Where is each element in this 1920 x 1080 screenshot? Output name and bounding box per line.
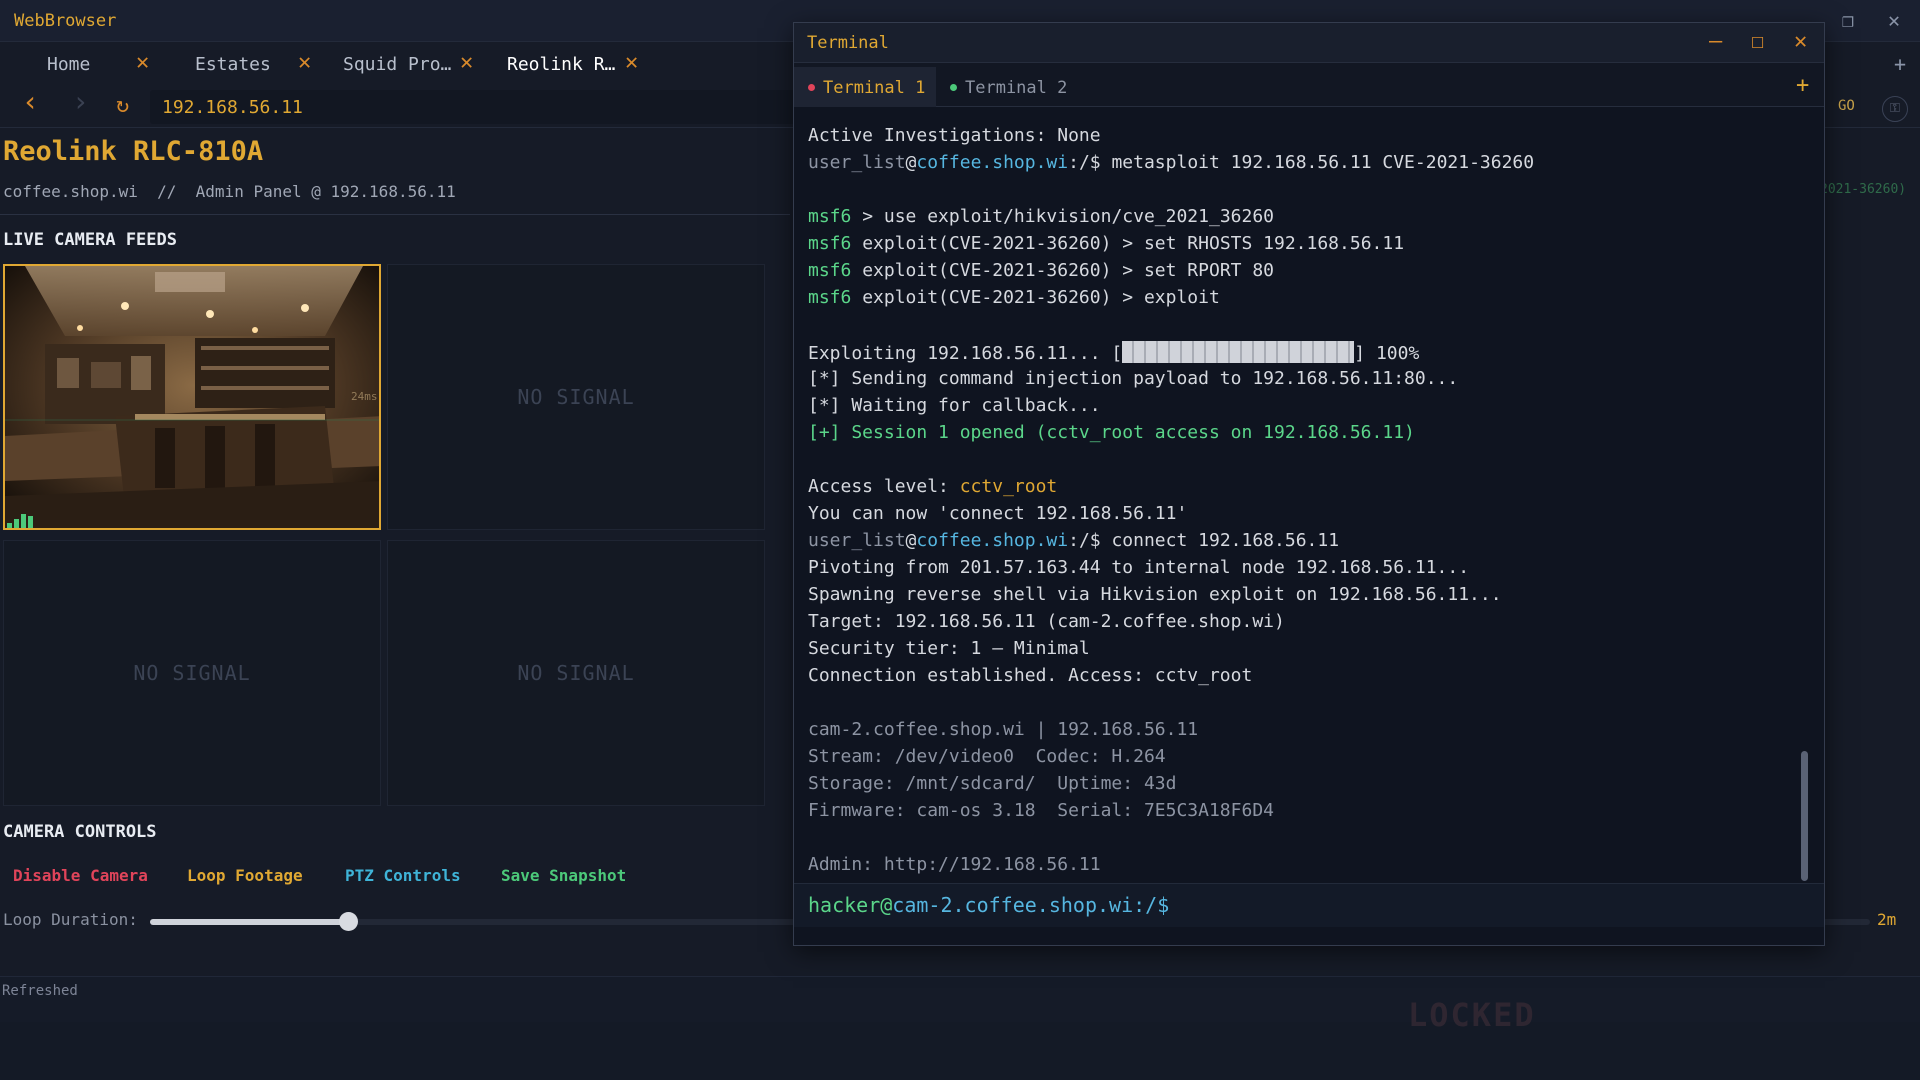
minimize-icon[interactable]: –	[1709, 30, 1722, 54]
loop-duration-thumb[interactable]	[339, 912, 358, 931]
camera-feed-4[interactable]: NO SIGNAL	[387, 540, 765, 806]
back-icon[interactable]: ‹	[22, 88, 39, 116]
terminal-line: msf6 > use exploit/hikvision/cve_2021_36…	[808, 206, 1274, 227]
disable-camera-button[interactable]: Disable Camera	[13, 866, 148, 885]
tab-label: Estates	[195, 54, 271, 75]
camera-feed-1[interactable]: 24ms	[3, 264, 381, 530]
tab-close-icon[interactable]: ✕	[298, 50, 311, 75]
forward-icon[interactable]: ›	[72, 88, 89, 116]
terminal-line: Spawning reverse shell via Hikvision exp…	[808, 584, 1502, 605]
tab-label: Squid Pro…	[343, 54, 452, 75]
loop-duration-label: Loop Duration:	[3, 910, 138, 929]
terminal-scrollbar[interactable]	[1801, 751, 1808, 881]
camera-feed-2[interactable]: NO SIGNAL	[387, 264, 765, 530]
restore-window-icon[interactable]: ❐	[1842, 9, 1854, 31]
status-bar: Refreshed	[0, 976, 1920, 1022]
terminal-line: Pivoting from 201.57.163.44 to internal …	[808, 557, 1470, 578]
tab-close-icon[interactable]: ✕	[460, 50, 473, 75]
feed-latency-label: 24ms	[351, 390, 378, 403]
terminal-tab-label: Terminal 2	[965, 78, 1068, 98]
browser-title: WebBrowser	[14, 11, 117, 31]
terminal-line: Access level: cctv_root	[808, 476, 1058, 497]
terminal-line: Active Investigations: None	[808, 125, 1101, 146]
no-signal-label: NO SIGNAL	[133, 661, 251, 685]
terminal-line: [*] Sending command injection payload to…	[808, 368, 1459, 389]
terminal-line: You can now 'connect 192.168.56.11'	[808, 503, 1188, 524]
terminal-output[interactable]: Active Investigations: None user_list@co…	[794, 107, 1824, 907]
terminal-line: Security tier: 1 — Minimal	[808, 638, 1090, 659]
terminal-line: user_list@coffee.shop.wi:/$ metasploit 1…	[808, 152, 1535, 173]
camera-image: 24ms	[5, 266, 379, 528]
terminal-tab-2[interactable]: Terminal 2	[939, 67, 1069, 107]
terminal-line: [*] Waiting for callback...	[808, 395, 1101, 416]
terminal-titlebar[interactable]: Terminal – ☐ ✕	[794, 23, 1824, 63]
tab-label: Home	[47, 54, 91, 75]
terminal-line: Storage: /mnt/sdcard/ Uptime: 43d	[808, 773, 1177, 794]
status-text: Refreshed	[2, 983, 78, 999]
terminal-line: user_list@coffee.shop.wi:/$ connect 192.…	[808, 530, 1340, 551]
tab-status-dot-icon	[808, 84, 815, 91]
terminal-line: cam-2.coffee.shop.wi | 192.168.56.11	[808, 719, 1199, 740]
loop-footage-button[interactable]: Loop Footage	[187, 866, 303, 885]
close-icon[interactable]: ✕	[1794, 30, 1807, 54]
maximize-icon[interactable]: ☐	[1751, 30, 1764, 54]
locked-watermark: LOCKED	[1408, 996, 1536, 1034]
loop-duration-value: 2m	[1877, 910, 1897, 929]
tab-squid-pro[interactable]: Squid Pro… ✕	[320, 42, 480, 86]
tab-close-icon[interactable]: ✕	[625, 50, 638, 75]
tab-label: Reolink R…	[507, 54, 616, 75]
new-tab-icon[interactable]: +	[1894, 52, 1906, 76]
reload-icon[interactable]: ↻	[116, 94, 129, 118]
page-title: Reolink RLC-810A	[3, 136, 264, 167]
tab-reolink[interactable]: Reolink R… ✕	[480, 42, 650, 86]
terminal-line: Exploiting 192.168.56.11... [] 100%	[808, 341, 1420, 364]
no-signal-label: NO SIGNAL	[517, 385, 635, 409]
terminal-line: Connection established. Access: cctv_roo…	[808, 665, 1253, 686]
no-signal-label: NO SIGNAL	[517, 661, 635, 685]
loop-duration-fill	[150, 919, 348, 925]
faint-breadcrumb-text: 2021-36260)	[1820, 182, 1907, 197]
url-text[interactable]: 192.168.56.11	[162, 97, 303, 118]
terminal-line: [+] Session 1 opened (cctv_root access o…	[808, 422, 1415, 443]
tab-home[interactable]: Home ✕	[0, 42, 160, 86]
close-window-icon[interactable]: ✕	[1888, 9, 1900, 31]
tab-estates[interactable]: Estates ✕	[160, 42, 320, 86]
save-snapshot-button[interactable]: Save Snapshot	[501, 866, 626, 885]
terminal-line: Target: 192.168.56.11 (cam-2.coffee.shop…	[808, 611, 1285, 632]
shield-icon[interactable]: ⚿	[1882, 96, 1908, 122]
terminal-line: Stream: /dev/video0 Codec: H.264	[808, 746, 1166, 767]
terminal-tab-bar: Terminal 1 Terminal 2	[794, 63, 1824, 107]
terminal-tab-1[interactable]: Terminal 1	[794, 67, 936, 107]
add-terminal-icon[interactable]: +	[1796, 73, 1809, 98]
terminal-prompt: hacker@cam-2.coffee.shop.wi:/$	[808, 893, 1170, 917]
terminal-tab-label: Terminal 1	[823, 78, 926, 98]
terminal-line: msf6 exploit(CVE-2021-36260) > exploit	[808, 287, 1220, 308]
go-button[interactable]: GO	[1838, 98, 1855, 114]
tab-status-dot-icon	[950, 84, 957, 91]
divider	[0, 214, 790, 215]
camera-feed-3[interactable]: NO SIGNAL	[3, 540, 381, 806]
terminal-title: Terminal	[807, 33, 889, 53]
terminal-line: msf6 exploit(CVE-2021-36260) > set RHOST…	[808, 233, 1405, 254]
tab-close-icon[interactable]: ✕	[136, 50, 149, 75]
page-breadcrumb: coffee.shop.wi // Admin Panel @ 192.168.…	[3, 182, 456, 201]
feeds-heading: LIVE CAMERA FEEDS	[3, 230, 177, 250]
terminal-line: msf6 exploit(CVE-2021-36260) > set RPORT…	[808, 260, 1274, 281]
terminal-line: Admin: http://192.168.56.11	[808, 854, 1101, 875]
faint-breadcrumb: 2021-36260)	[1820, 178, 1920, 200]
ptz-controls-button[interactable]: PTZ Controls	[345, 866, 461, 885]
controls-heading: CAMERA CONTROLS	[3, 822, 157, 842]
terminal-line: Firmware: cam-os 3.18 Serial: 7E5C3A18F6…	[808, 800, 1274, 821]
exploit-progress-bar	[1122, 341, 1355, 363]
terminal-input[interactable]: hacker@cam-2.coffee.shop.wi:/$	[794, 883, 1824, 927]
terminal-window[interactable]: Terminal – ☐ ✕ Terminal 1 Terminal 2 + A…	[793, 22, 1825, 946]
